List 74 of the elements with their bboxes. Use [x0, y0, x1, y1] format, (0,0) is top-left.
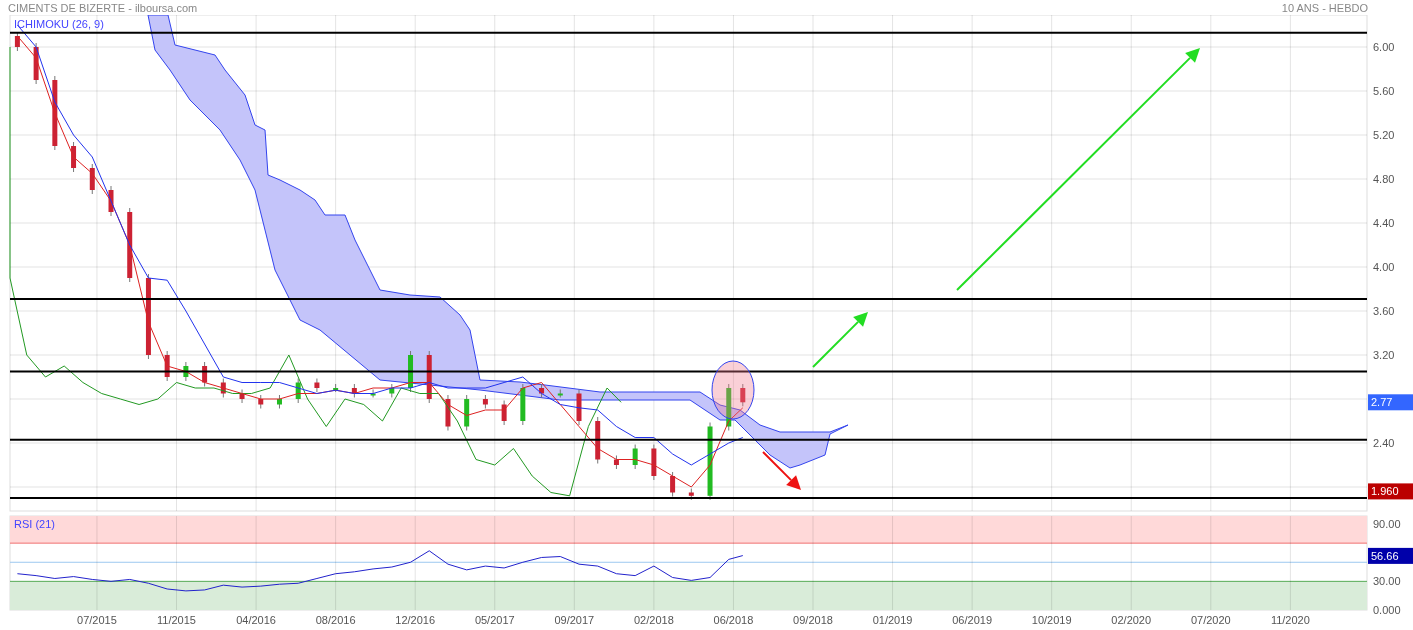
candle: [351, 383, 357, 398]
axis-label: 09/2017: [554, 614, 595, 626]
indicator-legend: RSI (21): [14, 518, 55, 530]
candle: [576, 389, 582, 426]
axis-label: 02/2018: [634, 614, 674, 626]
axis-label: 06/2018: [713, 614, 754, 626]
candle: [202, 361, 208, 387]
axis-label: 0.000: [1373, 604, 1401, 616]
axis-label: 4.40: [1373, 217, 1395, 229]
candle: [632, 444, 638, 470]
axis-label: 5.60: [1373, 85, 1395, 97]
candle: [539, 383, 545, 398]
axis-label: 3.60: [1373, 305, 1395, 317]
axis-label: 4.80: [1373, 173, 1395, 185]
candle: [408, 350, 413, 393]
candle: [520, 383, 526, 426]
axis-label: 11/2020: [1270, 614, 1310, 626]
value-badge: 1.960: [1368, 483, 1413, 500]
candle: [164, 350, 170, 382]
trend-arrow: [762, 451, 801, 490]
candle: [726, 383, 732, 431]
candle: [389, 383, 395, 398]
candle: [688, 488, 694, 501]
candle: [220, 378, 226, 398]
chart-title: CIMENTS DE BIZERTE - ilboursa.com: [8, 1, 198, 14]
value-badge: 2.77: [1368, 394, 1413, 411]
candle: [239, 389, 245, 404]
candle: [651, 444, 657, 481]
candle: [613, 455, 619, 470]
candle: [183, 361, 189, 382]
axis-label: 04/2016: [236, 614, 276, 626]
period-label: 10 ANS - HEBDO: [1281, 1, 1368, 14]
axis-label: 90.00: [1373, 518, 1401, 531]
axis-label: 10/2019: [1031, 614, 1072, 626]
candle: [314, 378, 320, 393]
axis-label: 30.00: [1373, 575, 1401, 588]
value-badge: 56.66: [1368, 547, 1413, 564]
candle: [670, 471, 676, 497]
candle: [595, 416, 601, 464]
candle: [333, 383, 339, 393]
candle: [33, 42, 39, 85]
candle: [14, 31, 20, 52]
axis-label: 06/2019: [952, 614, 992, 626]
indicator-legend: ICHIMOKU (26, 9): [14, 18, 104, 30]
axis-label: 02/2020: [1111, 614, 1152, 626]
candle: [740, 383, 746, 407]
axis-label: 07/2020: [1190, 614, 1231, 626]
axis-label: 5.20: [1373, 129, 1395, 141]
highlight-ellipse: [711, 360, 755, 420]
candle: [464, 394, 470, 431]
candle: [482, 394, 488, 409]
candle: [557, 389, 563, 398]
candle: [277, 394, 282, 409]
candle: [258, 394, 264, 409]
axis-label: 05/2017: [474, 614, 515, 626]
axis-label: 07/2015: [77, 614, 117, 626]
candle: [71, 141, 77, 173]
axis-label: 11/2015: [157, 614, 196, 626]
axis-label: 2.40: [1373, 437, 1395, 449]
candle: [295, 378, 301, 404]
axis-label: 12/2016: [395, 614, 436, 626]
trend-arrow: [812, 312, 868, 368]
axis-label: 3.20: [1373, 349, 1395, 361]
axis-label: 01/2019: [872, 614, 913, 626]
axis-label: 09/2018: [793, 614, 833, 626]
candle: [445, 394, 451, 431]
candle: [501, 400, 507, 426]
axis-label: 4.00: [1373, 261, 1395, 273]
candle: [108, 185, 114, 217]
axis-label: 6.00: [1373, 41, 1395, 53]
candle: [370, 389, 376, 398]
candle: [426, 350, 432, 404]
axis-label: 08/2016: [315, 614, 356, 626]
candle: [89, 163, 95, 195]
